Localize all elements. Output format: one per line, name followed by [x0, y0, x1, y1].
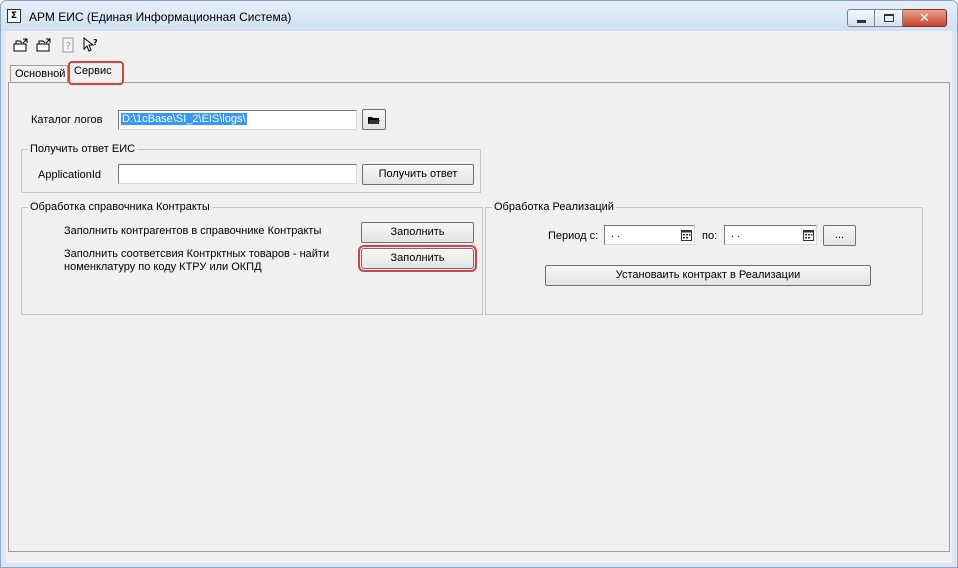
window-title: АРМ ЕИС (Единая Информационная Система)	[29, 10, 292, 24]
application-id-field[interactable]	[118, 164, 357, 184]
client-area: ? ? Основной Сервис Каталог логов D:\1cB…	[6, 31, 952, 563]
tab-strip: Основной Сервис	[6, 61, 952, 85]
application-id-label: ApplicationId	[38, 169, 101, 181]
logs-dir-label: Каталог логов	[31, 114, 103, 126]
svg-text:?: ?	[93, 38, 98, 47]
fill-counterparties-button[interactable]: Заполнить	[361, 222, 474, 243]
maximize-icon	[883, 14, 894, 22]
toolbar: ? ?	[6, 31, 952, 59]
calendar-icon[interactable]	[679, 226, 694, 244]
sales-group-title: Обработка Реализаций	[492, 201, 616, 213]
fill-matches-button[interactable]: Заполнить	[358, 245, 477, 272]
caption-buttons: ✕	[847, 9, 947, 27]
logs-dir-field[interactable]: D:\1cBase\SI_2\EIS\logs\	[118, 110, 357, 130]
logs-dir-value: D:\1cBase\SI_2\EIS\logs\	[121, 113, 247, 125]
sales-group: Обработка Реализаций Период с: . . по: .…	[485, 201, 923, 315]
period-from-value: . .	[611, 228, 621, 240]
pointer-help-icon[interactable]: ?	[82, 37, 100, 53]
save-icon[interactable]	[35, 37, 53, 53]
help-icon[interactable]: ?	[59, 37, 77, 53]
close-icon: ✕	[919, 10, 930, 26]
period-select-button[interactable]: ...	[823, 225, 856, 246]
contracts-group-title: Обработка справочника Контракты	[28, 201, 212, 213]
get-response-button[interactable]: Получить ответ	[362, 164, 474, 185]
minimize-icon	[856, 19, 866, 23]
app-icon: Σ	[7, 9, 21, 23]
title-bar[interactable]: Σ АРМ ЕИС (Единая Информационная Система…	[1, 1, 957, 31]
contracts-group: Обработка справочника Контракты Заполнит…	[21, 201, 483, 315]
set-contract-button[interactable]: Установаить контракт в Реализации	[545, 265, 871, 286]
svg-text:?: ?	[66, 41, 71, 52]
calendar-icon[interactable]	[801, 226, 816, 244]
eis-response-group: Получить ответ ЕИС ApplicationId Получит…	[21, 143, 481, 193]
period-to-label: по:	[702, 230, 718, 242]
fill-counterparties-label: Заполнить контрагентов в справочнике Кон…	[64, 225, 322, 237]
folder-open-icon	[368, 117, 380, 124]
period-from-field[interactable]: . .	[604, 225, 695, 245]
tab-service[interactable]: Сервис	[68, 61, 124, 85]
period-to-field[interactable]: . .	[724, 225, 817, 245]
minimize-button[interactable]	[847, 9, 875, 27]
period-to-value: . .	[731, 228, 741, 240]
close-button[interactable]: ✕	[903, 9, 947, 27]
browse-folder-button[interactable]	[362, 109, 386, 130]
open-folder-icon[interactable]	[12, 37, 30, 53]
tab-main[interactable]: Основной	[10, 65, 68, 83]
app-window: Σ АРМ ЕИС (Единая Информационная Система…	[0, 0, 958, 568]
maximize-button[interactable]	[875, 9, 903, 27]
fill-matches-label: Заполнить соответсвия Контрктных товаров…	[64, 248, 330, 273]
period-from-label: Период с:	[548, 230, 599, 242]
tab-panel-service: Каталог логов D:\1cBase\SI_2\EIS\logs\ П…	[8, 82, 950, 552]
eis-response-group-title: Получить ответ ЕИС	[28, 143, 138, 155]
